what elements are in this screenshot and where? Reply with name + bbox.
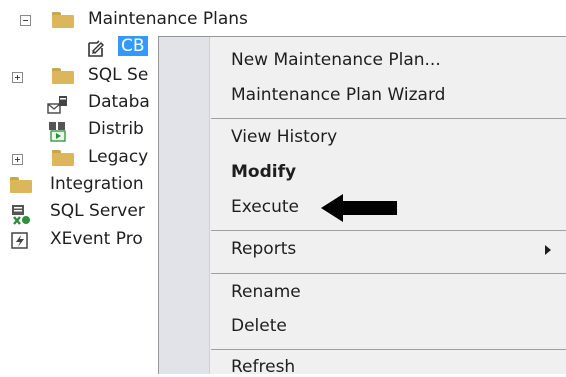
xevent-profiler-icon xyxy=(11,232,28,249)
tree-item-label: Legacy xyxy=(88,147,149,167)
tree-item-label: CB xyxy=(118,36,148,56)
collapse-icon[interactable] xyxy=(20,15,31,26)
tree-item-sql-server-agent[interactable]: SQL Server xyxy=(0,200,160,226)
sql-server-agent-icon xyxy=(12,205,30,225)
tree-item-integration-services-catalogs[interactable]: Integration xyxy=(0,173,160,199)
menu-item-view-history[interactable]: View History xyxy=(231,127,337,147)
menu-icon-gutter xyxy=(159,37,210,374)
submenu-arrow-icon xyxy=(545,245,551,255)
tree-item-label: SQL Se xyxy=(88,65,149,85)
menu-item-new-maintenance-plan[interactable]: New Maintenance Plan... xyxy=(231,50,441,70)
expand-icon[interactable] xyxy=(12,154,23,165)
menu-item-delete[interactable]: Delete xyxy=(231,316,287,336)
tree-item-label: XEvent Pro xyxy=(50,229,143,249)
tree-item-label: Distrib xyxy=(88,119,144,139)
tree-item-label: Integration xyxy=(50,174,144,194)
tree-item-xevent-profiler[interactable]: XEvent Pro xyxy=(0,228,160,254)
menu-separator xyxy=(211,273,566,274)
black-arrow-icon xyxy=(321,194,397,222)
menu-item-execute[interactable]: Execute xyxy=(231,197,299,217)
tree-item-label: SQL Server xyxy=(50,201,145,221)
menu-item-reports[interactable]: Reports xyxy=(231,239,296,259)
menu-item-rename[interactable]: Rename xyxy=(231,282,301,302)
menu-item-modify[interactable]: Modify xyxy=(231,162,296,182)
database-mail-icon xyxy=(47,96,67,114)
tree-item-sql-server-logs[interactable]: SQL Se xyxy=(0,64,160,90)
menu-separator xyxy=(211,349,566,350)
expand-icon[interactable] xyxy=(12,72,23,83)
tree-item-legacy[interactable]: Legacy xyxy=(0,146,160,172)
tree-item-maintenance-plans[interactable]: Maintenance Plans xyxy=(0,8,300,34)
maintenance-plan-icon xyxy=(88,40,104,57)
folder-icon xyxy=(52,150,74,166)
folder-icon xyxy=(10,177,32,193)
menu-separator xyxy=(211,230,566,231)
tree-item-label: Databa xyxy=(88,92,150,112)
tree-item-distributed-transaction-coordinator[interactable]: Distrib xyxy=(0,118,160,144)
distributed-transaction-coordinator-icon xyxy=(49,122,66,142)
tree-item-database-mail[interactable]: Databa xyxy=(0,91,160,117)
menu-item-maintenance-plan-wizard[interactable]: Maintenance Plan Wizard xyxy=(231,85,445,105)
context-menu: New Maintenance Plan... Maintenance Plan… xyxy=(158,36,566,377)
folder-icon xyxy=(52,68,74,84)
tree-item-maintenance-plan[interactable]: CB xyxy=(0,35,160,61)
menu-separator xyxy=(211,118,566,119)
menu-item-refresh[interactable]: Refresh xyxy=(231,357,295,377)
tree-item-label: Maintenance Plans xyxy=(88,9,248,29)
folder-icon xyxy=(52,12,74,28)
